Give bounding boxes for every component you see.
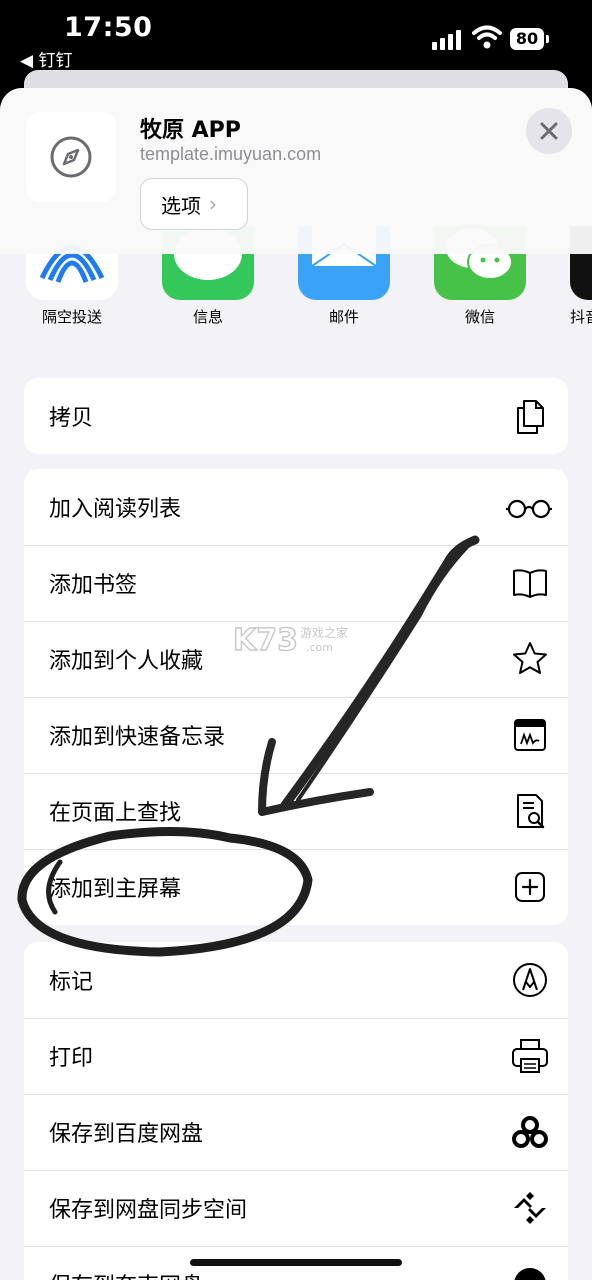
action-save-baidu-pan[interactable]: 保存到百度网盘 — [24, 1094, 568, 1170]
home-indicator[interactable] — [190, 1259, 402, 1266]
action-find-on-page[interactable]: 在页面上查找 — [24, 773, 568, 849]
star-icon — [513, 642, 547, 674]
baidu-netdisk-icon — [512, 1116, 548, 1148]
share-app-label: 信息 — [192, 308, 223, 326]
status-time: 17:50 — [64, 12, 153, 43]
page-url: template.imuyuan.com — [140, 144, 322, 164]
copy-icon — [517, 400, 544, 434]
glasses-icon — [506, 499, 552, 519]
share-app-label: 隔空投送 — [41, 308, 102, 326]
share-app-label: 微信 — [464, 308, 495, 326]
quark-icon — [514, 1268, 546, 1280]
action-add-to-home-screen[interactable]: 添加到主屏幕 — [24, 849, 568, 925]
book-icon — [513, 569, 547, 598]
share-app-label: 邮件 — [328, 308, 359, 326]
action-group-more: 标记 打印 保存到百度网盘 保存到网盘同步空间 — [24, 942, 568, 1280]
action-label: 拷贝 — [49, 406, 94, 431]
action-group-copy: 拷贝 — [24, 378, 568, 454]
action-label: 添加书签 — [49, 573, 138, 598]
battery-indicator: 80 — [510, 28, 549, 50]
action-add-to-favorites[interactable]: 添加到个人收藏 — [24, 621, 568, 697]
action-label: 添加到主屏幕 — [49, 877, 182, 902]
action-group-page: 加入阅读列表 添加书签 添加到个人收藏 添加到快速备忘录 在页面上查找 添加到主… — [24, 469, 568, 925]
action-label: 添加到个人收藏 — [49, 649, 204, 674]
action-label: 在页面上查找 — [49, 801, 182, 826]
status-bar: 17:50 ◀ 钉钉 80 — [0, 0, 592, 72]
action-label: 保存到网盘同步空间 — [49, 1198, 248, 1223]
quick-note-icon — [514, 719, 546, 751]
close-icon — [540, 122, 558, 140]
options-button[interactable]: 选项 › — [140, 178, 248, 230]
share-header: 牧原 APP template.imuyuan.com 选项 › — [0, 88, 592, 254]
action-label: 保存到百度网盘 — [49, 1122, 204, 1147]
chevron-right-icon: › — [209, 192, 217, 216]
action-label: 标记 — [49, 970, 94, 995]
compass-icon — [50, 136, 92, 178]
back-to-app-link[interactable]: ◀ 钉钉 — [20, 46, 72, 71]
action-add-bookmark[interactable]: 添加书签 — [24, 545, 568, 621]
share-sheet: 隔空投送 信息 邮件 微信 抖 牧原 APP template.imuyuan.… — [0, 88, 592, 1280]
site-icon — [26, 112, 116, 202]
action-add-to-reading-list[interactable]: 加入阅读列表 — [24, 469, 568, 545]
wifi-icon — [472, 25, 502, 49]
sync-space-icon — [514, 1192, 546, 1224]
action-label: 加入阅读列表 — [49, 497, 182, 522]
action-copy[interactable]: 拷贝 — [24, 378, 568, 454]
printer-icon — [512, 1039, 548, 1073]
share-app-label: 抖音 — [570, 308, 592, 326]
markup-icon — [513, 963, 547, 997]
find-in-page-icon — [517, 794, 545, 829]
options-label: 选项 — [161, 193, 201, 218]
action-print[interactable]: 打印 — [24, 1018, 568, 1094]
action-add-to-quick-note[interactable]: 添加到快速备忘录 — [24, 697, 568, 773]
action-label: 打印 — [49, 1046, 94, 1071]
cellular-signal-icon — [432, 30, 464, 50]
action-label: 保存到夸克网盘 — [49, 1268, 203, 1280]
action-markup[interactable]: 标记 — [24, 942, 568, 1018]
action-label: 添加到快速备忘录 — [49, 725, 226, 750]
page-title: 牧原 APP — [140, 118, 241, 143]
close-button[interactable] — [526, 108, 572, 154]
add-square-icon — [515, 872, 545, 902]
action-save-sync-space[interactable]: 保存到网盘同步空间 — [24, 1170, 568, 1246]
